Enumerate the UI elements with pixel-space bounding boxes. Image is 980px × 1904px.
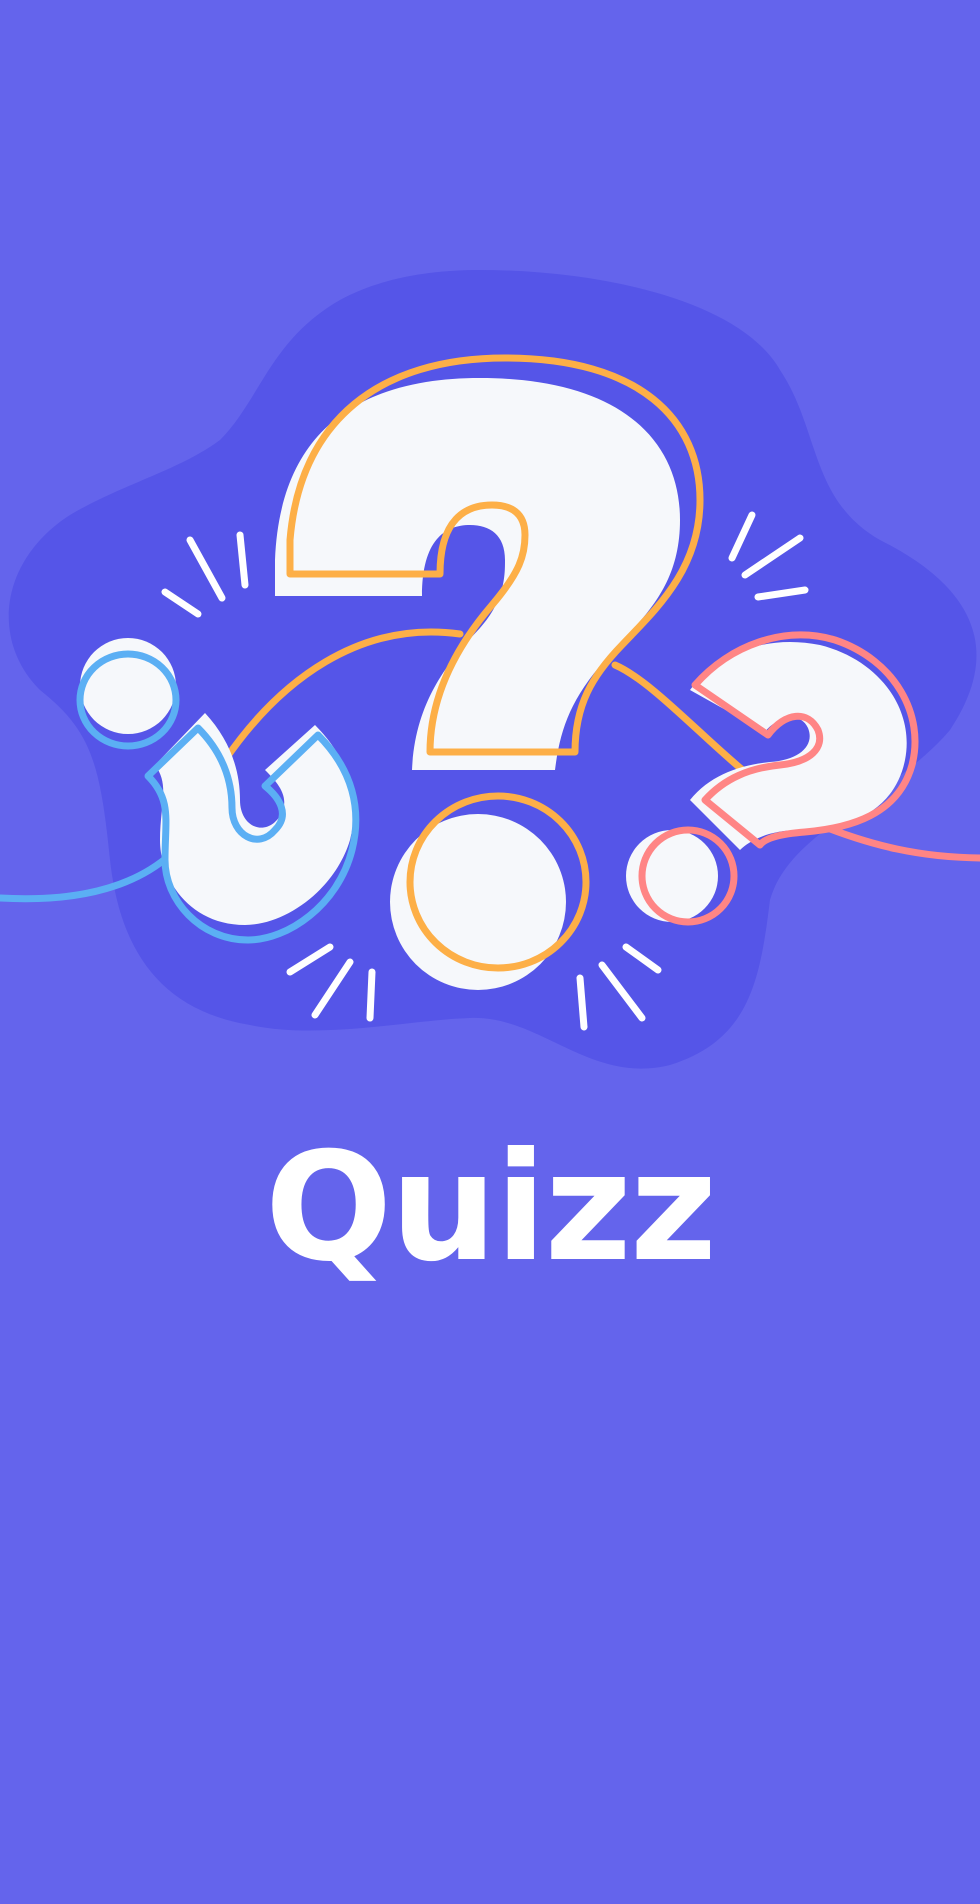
question-marks-illustration bbox=[0, 250, 980, 1090]
coral-curve bbox=[816, 821, 980, 862]
app-title: Quizz bbox=[264, 1121, 717, 1295]
splash-screen: Quizz bbox=[0, 0, 980, 1904]
